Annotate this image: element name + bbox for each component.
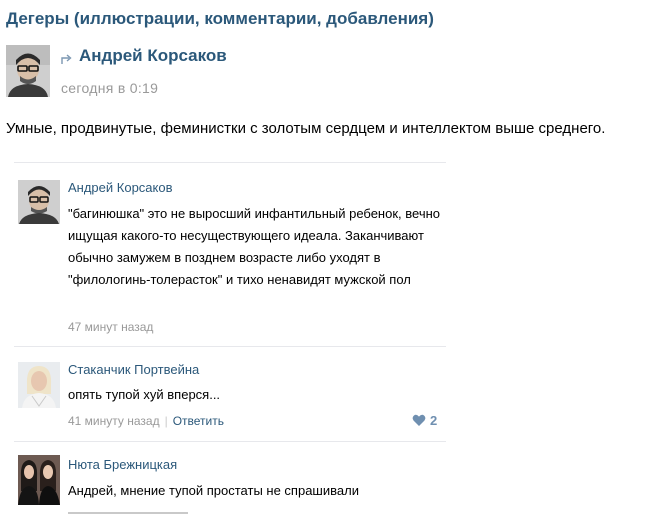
post-text: Умные, продвинутые, феминистки с золотым… [6,120,606,137]
like-count: 2 [430,413,438,428]
comment-author[interactable]: Нюта Брежницкая [68,457,177,472]
comment-timestamp[interactable]: 47 минут назад [68,320,153,334]
comment-author[interactable]: Стаканчик Портвейна [68,362,199,377]
divider [14,346,446,347]
comment-avatar[interactable] [18,180,60,224]
repost-arrow-icon [60,52,74,66]
post-timestamp[interactable]: сегодня в 0:19 [61,80,158,96]
heart-icon [412,414,426,426]
divider [14,162,446,163]
scroll-edge [68,512,188,514]
like-button[interactable]: 2 [412,413,437,428]
comment-text: опять тупой хуй вперся... [68,387,221,402]
comment-text: Андрей, мнение тупой простаты не спрашив… [68,483,359,498]
divider [14,441,446,442]
reply-link[interactable]: Ответить [173,414,224,428]
comment-meta: 41 минуту назад | Ответить [68,414,224,428]
post-author-avatar[interactable] [6,45,50,97]
comment-author[interactable]: Андрей Корсаков [68,180,173,195]
comment-timestamp[interactable]: 41 минуту назад [68,414,160,428]
comment-text: "багинюшка" это не выросший инфантильный… [68,206,440,287]
page-title[interactable]: Дегеры (иллюстрации, комментарии, добавл… [6,9,434,29]
meta-separator: | [164,414,168,428]
comment-avatar[interactable] [18,362,60,408]
post-author-name[interactable]: Андрей Корсаков [79,46,227,66]
comment-avatar[interactable] [18,455,60,505]
